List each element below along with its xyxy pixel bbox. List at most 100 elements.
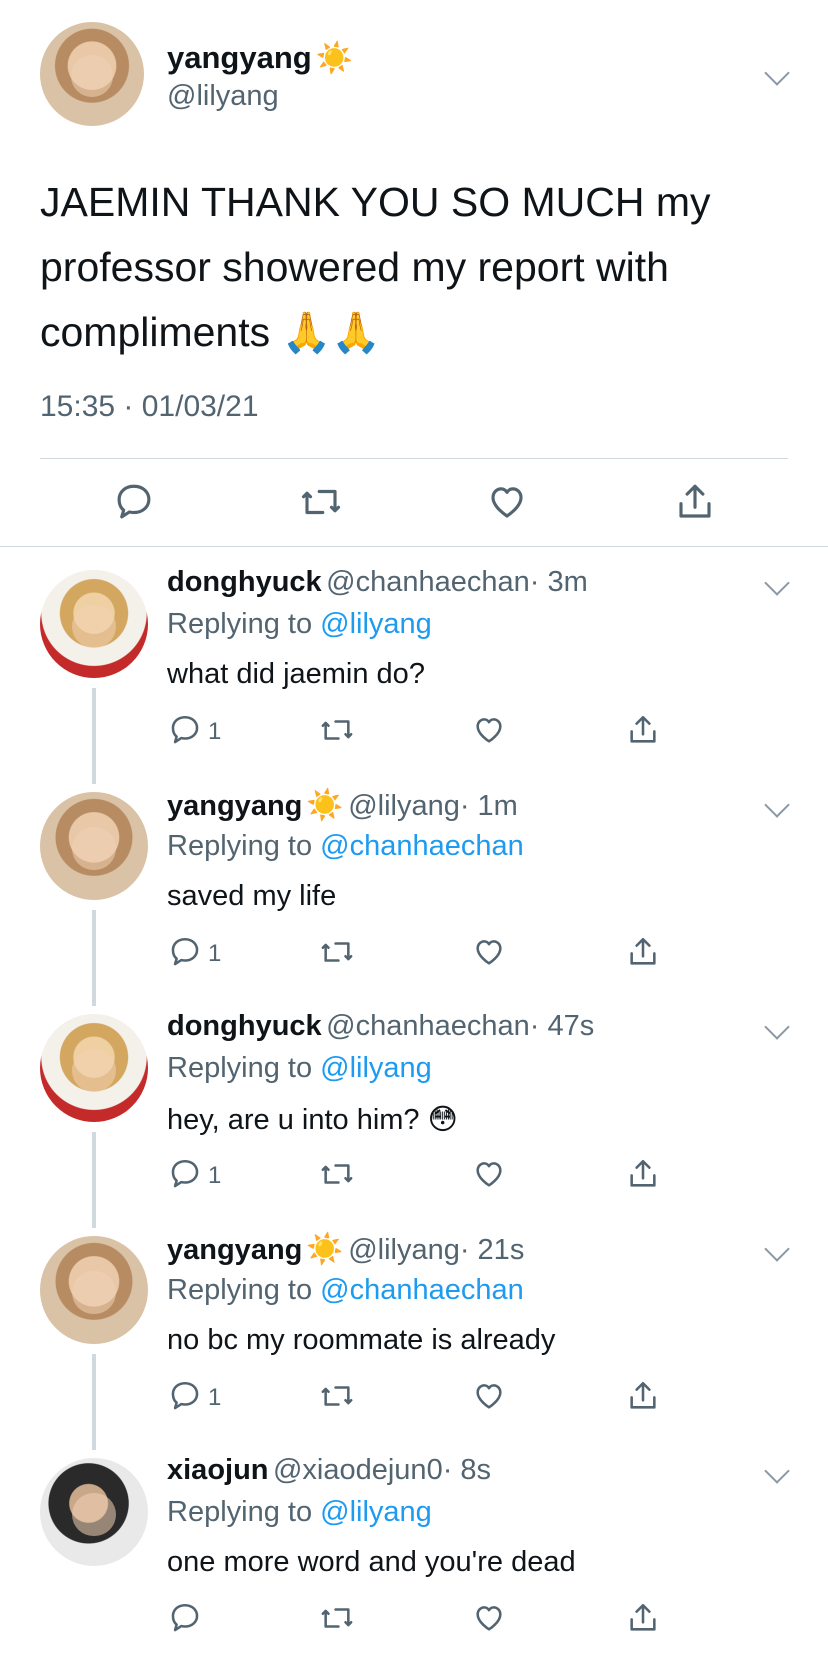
chevron-down-icon[interactable]	[764, 570, 790, 596]
avatar[interactable]	[40, 1458, 148, 1566]
time: · 8s	[442, 1454, 492, 1486]
display-name[interactable]: xiaojun	[167, 1454, 269, 1486]
tweet-text: JAEMIN THANK YOU SO MUCH my professor sh…	[40, 170, 800, 366]
chevron-down-icon[interactable]	[764, 60, 790, 86]
chevron-down-icon[interactable]	[764, 792, 790, 818]
chevron-down-icon[interactable]	[764, 1014, 790, 1040]
handle[interactable]: @xiaodejun0	[273, 1454, 443, 1486]
share-icon[interactable]	[626, 713, 660, 747]
retweet-icon[interactable]	[318, 1157, 356, 1191]
share-icon[interactable]	[626, 1379, 660, 1413]
sun-emoji: ☀️	[315, 42, 354, 75]
reply-count: 1	[208, 1384, 222, 1411]
reply-body: hey, are u into him?	[167, 1104, 420, 1136]
mention-link[interactable]: @lilyang	[320, 1496, 432, 1528]
flushed-face-emoji: 😳	[427, 1104, 458, 1136]
share-icon[interactable]	[626, 1601, 660, 1635]
sun-emoji: ☀️	[306, 789, 344, 822]
divider	[40, 458, 788, 459]
reply-body: what did jaemin do?	[167, 658, 425, 690]
display-name[interactable]: yangyang	[167, 790, 302, 822]
reply-icon[interactable]	[168, 1157, 202, 1191]
reply-icon[interactable]	[168, 713, 202, 747]
retweet-icon[interactable]	[318, 1379, 356, 1413]
reply-icon[interactable]	[168, 1601, 202, 1635]
handle[interactable]: @chanhaechan	[326, 1010, 530, 1042]
avatar[interactable]	[40, 22, 144, 126]
reply-icon[interactable]	[113, 481, 155, 523]
reply-body: one more word and you're dead	[167, 1546, 576, 1578]
mention-link[interactable]: @lilyang	[320, 1052, 432, 1084]
reply-text: one more word and you're dead	[167, 1546, 576, 1579]
replying-prefix: Replying to	[167, 1052, 313, 1084]
reply-header: xiaojun @xiaodejun0· 8s	[167, 1454, 491, 1487]
reply-header: yangyang ☀️ @lilyang· 21s	[167, 1232, 524, 1267]
like-icon[interactable]	[472, 713, 506, 747]
time: · 3m	[529, 566, 588, 598]
reply-header: donghyuck @chanhaechan· 3m	[167, 566, 588, 599]
replying-prefix: Replying to	[167, 830, 313, 862]
like-icon[interactable]	[486, 481, 528, 523]
share-icon[interactable]	[674, 481, 716, 523]
reply-text: saved my life	[167, 880, 336, 913]
sun-emoji: ☀️	[306, 1233, 344, 1266]
mention-link[interactable]: @chanhaechan	[320, 830, 524, 862]
time: · 21s	[459, 1234, 525, 1266]
replying-to: Replying to @lilyang	[167, 1496, 432, 1529]
replying-prefix: Replying to	[167, 608, 313, 640]
chevron-down-icon[interactable]	[764, 1458, 790, 1484]
replying-prefix: Replying to	[167, 1274, 313, 1306]
reply-icon[interactable]	[168, 935, 202, 969]
avatar[interactable]	[40, 792, 148, 900]
reply-count: 1	[208, 940, 222, 967]
section-divider	[0, 546, 828, 547]
retweet-icon[interactable]	[318, 935, 356, 969]
display-name[interactable]: donghyuck	[167, 566, 322, 598]
chevron-down-icon[interactable]	[764, 1236, 790, 1262]
handle[interactable]: @chanhaechan	[326, 566, 530, 598]
thread-line	[92, 1132, 96, 1228]
handle[interactable]: @lilyang	[348, 790, 460, 822]
like-icon[interactable]	[472, 1157, 506, 1191]
avatar[interactable]	[40, 570, 148, 678]
like-icon[interactable]	[472, 1379, 506, 1413]
time: · 47s	[529, 1010, 595, 1042]
thread-line	[92, 1354, 96, 1450]
thread-line	[92, 910, 96, 1006]
tweet-timestamp[interactable]: 15:35 · 01/03/21	[40, 390, 259, 424]
retweet-icon[interactable]	[298, 481, 344, 523]
reply-text: hey, are u into him? 😳	[167, 1102, 458, 1137]
replying-to: Replying to @lilyang	[167, 1052, 432, 1085]
author-name[interactable]: yangyang ☀️	[167, 40, 353, 76]
share-icon[interactable]	[626, 935, 660, 969]
reply-text: what did jaemin do?	[167, 658, 425, 691]
reply-body: no bc my roommate is already	[167, 1324, 556, 1356]
reply-header: yangyang ☀️ @lilyang· 1m	[167, 788, 518, 823]
thread-line	[92, 688, 96, 784]
time: · 1m	[459, 790, 518, 822]
like-icon[interactable]	[472, 1601, 506, 1635]
reply-icon[interactable]	[168, 1379, 202, 1413]
replying-to: Replying to @lilyang	[167, 608, 432, 641]
avatar[interactable]	[40, 1014, 148, 1122]
like-icon[interactable]	[472, 935, 506, 969]
retweet-icon[interactable]	[318, 713, 356, 747]
replying-prefix: Replying to	[167, 1496, 313, 1528]
reply-count: 1	[208, 718, 222, 745]
display-name[interactable]: donghyuck	[167, 1010, 322, 1042]
share-icon[interactable]	[626, 1157, 660, 1191]
praying-hands-emoji: 🙏🙏	[281, 311, 382, 355]
reply-header: donghyuck @chanhaechan· 47s	[167, 1010, 594, 1043]
display-name: yangyang	[167, 40, 312, 75]
retweet-icon[interactable]	[318, 1601, 356, 1635]
reply-body: saved my life	[167, 880, 337, 912]
reply-count: 1	[208, 1162, 222, 1189]
replying-to: Replying to @chanhaechan	[167, 1274, 524, 1307]
mention-link[interactable]: @chanhaechan	[320, 1274, 524, 1306]
avatar[interactable]	[40, 1236, 148, 1344]
replying-to: Replying to @chanhaechan	[167, 830, 524, 863]
handle[interactable]: @lilyang	[348, 1234, 460, 1266]
author-handle[interactable]: @lilyang	[167, 80, 279, 113]
mention-link[interactable]: @lilyang	[320, 608, 432, 640]
display-name[interactable]: yangyang	[167, 1234, 302, 1266]
